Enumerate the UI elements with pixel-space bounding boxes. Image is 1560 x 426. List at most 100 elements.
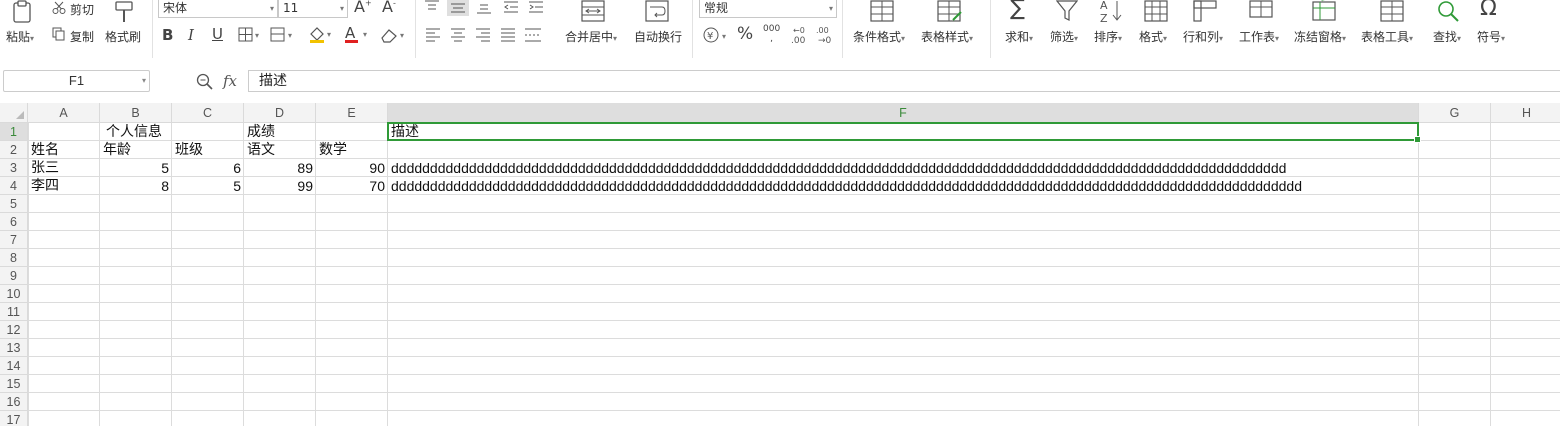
cell-c4[interactable]: 5 xyxy=(172,177,241,195)
cell-e2[interactable]: 数学 xyxy=(316,141,388,159)
scissors-icon[interactable] xyxy=(52,1,66,15)
search-icon[interactable] xyxy=(1437,0,1461,24)
clear-format-icon[interactable]: ▾ xyxy=(380,26,410,44)
cell-e4[interactable]: 70 xyxy=(316,177,385,195)
row-header-13[interactable]: 13 xyxy=(0,339,28,357)
row-header-7[interactable]: 7 xyxy=(0,231,28,249)
filter-icon[interactable] xyxy=(1056,0,1078,22)
table-tools-button[interactable]: 表格工具▾ xyxy=(1361,28,1413,45)
align-top-icon[interactable] xyxy=(424,0,440,12)
row-header-5[interactable]: 5 xyxy=(0,195,28,213)
cell-a2[interactable]: 姓名 xyxy=(28,141,100,159)
row-header-16[interactable]: 16 xyxy=(0,393,28,411)
wrap-text-icon[interactable] xyxy=(645,0,669,22)
spreadsheet-grid[interactable]: A B C D E F G H 1 2 3 4 5 6 7 8 9 10 11 12 13 14 15 16 17 个人信息 成绩描… xyxy=(0,103,1560,426)
row-header-6[interactable]: 6 xyxy=(0,213,28,231)
conditional-format-button[interactable]: 条件格式▾ xyxy=(853,28,905,45)
worksheet-icon[interactable] xyxy=(1249,0,1273,22)
conditional-format-icon[interactable] xyxy=(870,0,894,22)
italic-button[interactable]: I xyxy=(188,26,194,44)
copy-icon[interactable] xyxy=(52,27,66,41)
distributed-align-icon[interactable] xyxy=(524,27,542,43)
currency-icon[interactable]: ¥ ▾ xyxy=(703,26,731,44)
format-button[interactable]: 格式▾ xyxy=(1139,28,1167,45)
symbol-button[interactable]: 符号▾ xyxy=(1477,28,1505,45)
row-header-8[interactable]: 8 xyxy=(0,249,28,267)
bold-button[interactable]: B xyxy=(162,26,173,44)
column-header-e[interactable]: E xyxy=(316,103,388,123)
cell-e3[interactable]: 90 xyxy=(316,159,385,177)
row-header-17[interactable]: 17 xyxy=(0,411,28,426)
cell-d2[interactable]: 语文 xyxy=(244,141,316,159)
row-col-icon[interactable] xyxy=(1193,0,1217,22)
zoom-icon[interactable] xyxy=(196,73,214,91)
merge-center-button[interactable]: 合并居中▾ xyxy=(565,28,617,45)
column-header-h[interactable]: H xyxy=(1491,103,1560,123)
cell-d4[interactable]: 99 xyxy=(244,177,313,195)
sum-button[interactable]: 求和▾ xyxy=(1005,28,1033,45)
column-header-a[interactable]: A xyxy=(28,103,100,123)
thousands-separator-button[interactable]: 000, xyxy=(763,24,780,44)
font-color-icon[interactable]: A ▾ xyxy=(344,24,372,44)
row-header-3[interactable]: 3 xyxy=(0,159,28,177)
freeze-panes-button[interactable]: 冻结窗格▾ xyxy=(1294,28,1346,45)
wrap-text-button[interactable]: 自动换行 xyxy=(634,28,682,45)
row-header-14[interactable]: 14 xyxy=(0,357,28,375)
row-col-button[interactable]: 行和列▾ xyxy=(1183,28,1223,45)
paste-icon[interactable] xyxy=(10,0,36,24)
fill-color-icon[interactable]: ▾ xyxy=(308,25,336,43)
fx-button[interactable]: fx xyxy=(223,72,237,90)
row-header-4[interactable]: 4 xyxy=(0,177,28,195)
row-header-11[interactable]: 11 xyxy=(0,303,28,321)
increase-indent-icon[interactable] xyxy=(528,0,544,14)
table-style-icon[interactable] xyxy=(937,0,963,22)
row-header-15[interactable]: 15 xyxy=(0,375,28,393)
decrease-indent-icon[interactable] xyxy=(503,0,519,14)
format-painter-icon[interactable] xyxy=(112,0,136,24)
find-button[interactable]: 查找▾ xyxy=(1433,28,1461,45)
font-size-select[interactable]: 11 ▾ xyxy=(278,0,348,18)
worksheet-button[interactable]: 工作表▾ xyxy=(1239,28,1279,45)
row-header-1[interactable]: 1 xyxy=(0,123,28,141)
column-header-g[interactable]: G xyxy=(1419,103,1491,123)
paste-button[interactable]: 粘贴▾ xyxy=(6,28,34,45)
font-shrink-icon[interactable]: A- xyxy=(382,0,396,16)
cell-f3[interactable]: dddddddddddddddddddddddddddddddddddddddd… xyxy=(388,159,1419,177)
merge-center-icon[interactable] xyxy=(581,0,605,22)
cell-c3[interactable]: 6 xyxy=(172,159,241,177)
column-header-b[interactable]: B xyxy=(100,103,172,123)
font-name-select[interactable]: 宋体 ▾ xyxy=(158,0,278,18)
cut-button[interactable]: 剪切 xyxy=(70,1,94,18)
column-header-c[interactable]: C xyxy=(172,103,244,123)
cell-b1[interactable]: 个人信息 xyxy=(100,123,250,141)
copy-button[interactable]: 复制 xyxy=(70,28,94,45)
align-center-icon[interactable] xyxy=(450,28,466,42)
row-header-9[interactable]: 9 xyxy=(0,267,28,285)
column-header-f[interactable]: F xyxy=(388,103,1419,123)
border-icon[interactable]: ▾ xyxy=(238,27,264,43)
cell-a3[interactable]: 张三 xyxy=(28,159,100,177)
justify-icon[interactable] xyxy=(500,28,516,42)
freeze-panes-icon[interactable]: * xyxy=(1312,0,1336,22)
select-all-corner[interactable] xyxy=(0,103,28,123)
sum-icon[interactable]: ∑ xyxy=(1010,0,1025,21)
cell-d3[interactable]: 89 xyxy=(244,159,313,177)
filter-button[interactable]: 筛选▾ xyxy=(1050,28,1078,45)
fill-pattern-icon[interactable]: ▾ xyxy=(270,27,298,43)
omega-symbol-icon[interactable]: Ω xyxy=(1480,0,1497,21)
cell-d1[interactable]: 成绩 xyxy=(244,123,316,141)
align-middle-icon[interactable] xyxy=(447,0,469,16)
format-icon[interactable] xyxy=(1144,0,1168,22)
decrease-decimal-icon[interactable]: .00 →0 xyxy=(815,26,835,44)
underline-button[interactable]: U xyxy=(212,25,223,43)
format-painter-button[interactable]: 格式刷 xyxy=(105,28,141,45)
cell-a4[interactable]: 李四 xyxy=(28,177,100,195)
row-header-12[interactable]: 12 xyxy=(0,321,28,339)
row-header-10[interactable]: 10 xyxy=(0,285,28,303)
align-bottom-icon[interactable] xyxy=(476,0,492,14)
active-cell-outline[interactable] xyxy=(387,122,1421,143)
increase-decimal-icon[interactable]: ←0.00 xyxy=(790,26,810,44)
cell-f4[interactable]: dddddddddddddddddddddddddddddddddddddddd… xyxy=(388,177,1419,195)
cell-c2[interactable]: 班级 xyxy=(172,141,244,159)
align-left-icon[interactable] xyxy=(425,28,441,42)
